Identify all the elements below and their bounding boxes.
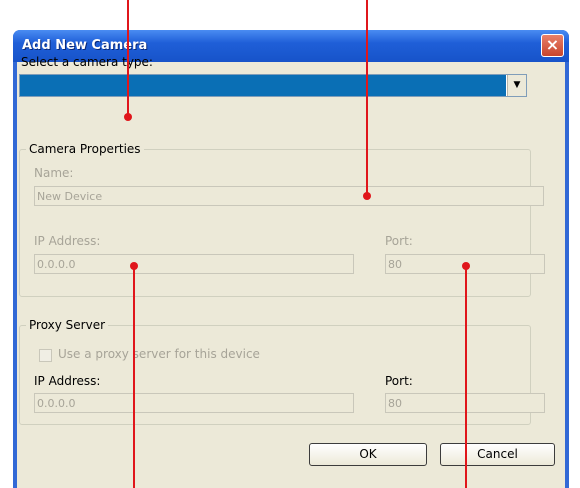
name-field[interactable]: New Device xyxy=(34,186,544,206)
chevron-down-icon[interactable]: ▼ xyxy=(507,75,526,96)
camera-type-label: Select a camera type: xyxy=(21,55,153,69)
name-label: Name: xyxy=(34,166,74,180)
ok-button[interactable]: OK xyxy=(309,443,427,466)
camera-type-value[interactable] xyxy=(20,75,506,96)
annotation-dot xyxy=(130,262,138,270)
annotation-line xyxy=(366,0,368,196)
proxy-ip-address-field[interactable]: 0.0.0.0 xyxy=(34,393,354,413)
proxy-ip-address-label: IP Address: xyxy=(34,374,101,388)
proxy-server-legend: Proxy Server xyxy=(26,318,109,332)
use-proxy-checkbox[interactable] xyxy=(39,349,52,362)
annotation-dot xyxy=(363,192,371,200)
camera-properties-group: Camera Properties xyxy=(19,142,531,297)
ip-address-field[interactable]: 0.0.0.0 xyxy=(34,254,354,274)
annotation-line xyxy=(127,0,129,117)
annotation-dot xyxy=(124,113,132,121)
annotation-line xyxy=(133,266,135,488)
cancel-button[interactable]: Cancel xyxy=(440,443,555,466)
annotation-line xyxy=(465,266,467,488)
use-proxy-label: Use a proxy server for this device xyxy=(58,347,260,361)
camera-type-select[interactable]: ▼ xyxy=(19,74,527,97)
camera-properties-legend: Camera Properties xyxy=(26,142,144,156)
proxy-port-label: Port: xyxy=(385,374,413,388)
annotation-dot xyxy=(462,262,470,270)
port-label: Port: xyxy=(385,234,413,248)
ip-address-label: IP Address: xyxy=(34,234,101,248)
close-icon[interactable]: × xyxy=(541,34,564,57)
